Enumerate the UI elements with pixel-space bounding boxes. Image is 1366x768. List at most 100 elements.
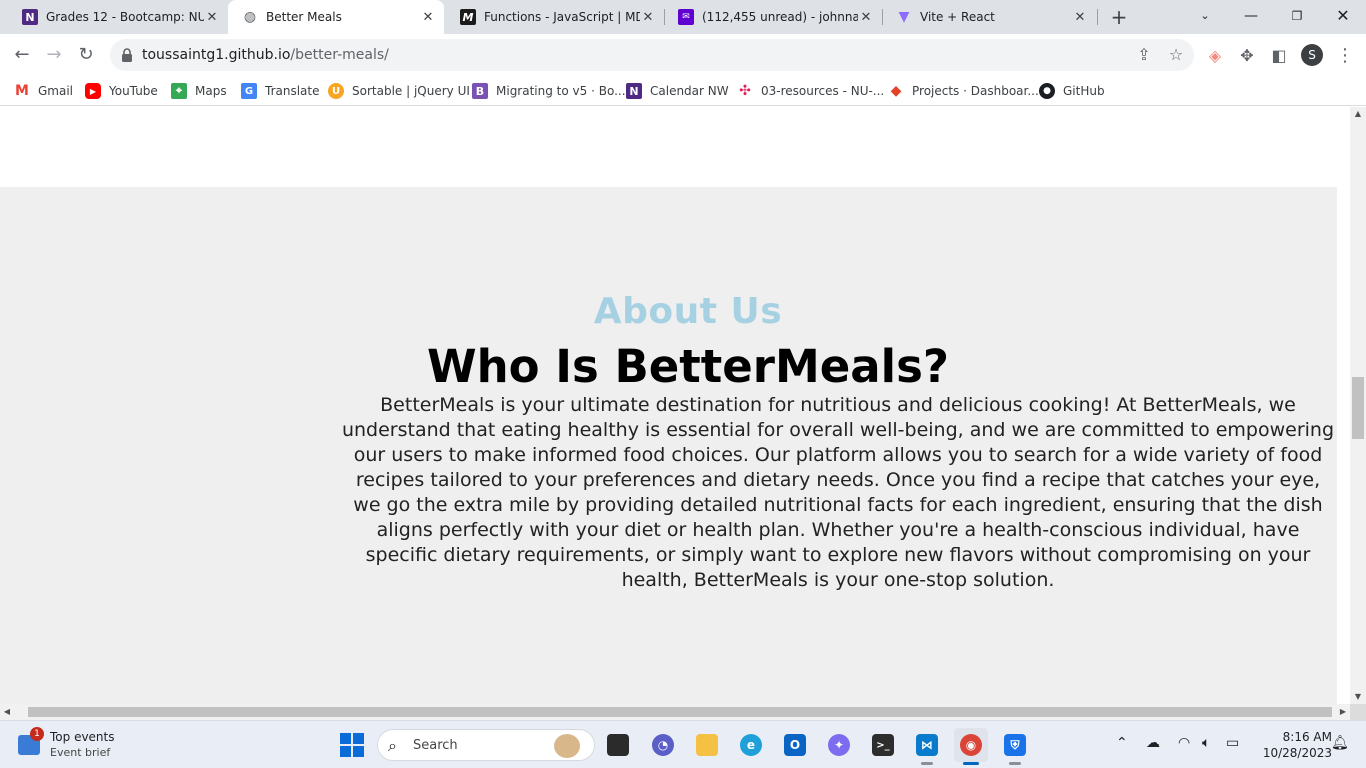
bookmark-sortable[interactable]: U Sortable | jQuery UI <box>328 82 470 100</box>
jquery-icon: U <box>328 83 344 99</box>
share-icon[interactable]: ⇪ <box>1134 46 1154 66</box>
close-tab-icon[interactable]: ✕ <box>858 10 874 25</box>
taskbar-search[interactable]: ⌕ Search <box>377 729 595 761</box>
restore-button[interactable]: ❐ <box>1274 0 1320 34</box>
bookmark-gmail[interactable]: M Gmail <box>14 82 73 100</box>
wifi-icon[interactable]: ◠ <box>1178 735 1190 751</box>
gmail-icon: M <box>15 83 29 99</box>
tab-better-meals[interactable]: ◍ Better Meals ✕ <box>228 0 444 34</box>
search-highlight-icon <box>554 734 580 758</box>
yahoo-mail-icon: ✉ <box>678 9 694 25</box>
widget-subtitle: Event brief <box>50 746 111 759</box>
address-bar[interactable]: toussaintg1.github.io/better-meals/ ⇪ ☆ <box>110 39 1194 71</box>
horizontal-scroll-thumb[interactable] <box>28 707 1332 717</box>
more-menu-icon[interactable]: ⋮ <box>1334 45 1356 67</box>
search-placeholder: Search <box>413 738 458 753</box>
extensions-puzzle-icon[interactable]: ✥ <box>1236 45 1258 67</box>
taskbar-app-outlook[interactable]: O <box>778 728 812 762</box>
tab-yahoo-mail[interactable]: ✉ (112,455 unread) - johnnae9 ✕ <box>664 0 882 34</box>
widget-title: Top events <box>50 730 115 744</box>
scroll-up-icon[interactable]: ▲ <box>1350 107 1366 121</box>
back-button[interactable]: ← <box>8 41 36 69</box>
bookmark-label: YouTube <box>109 84 158 98</box>
mdn-icon: M <box>460 9 476 25</box>
lock-icon[interactable] <box>120 47 134 63</box>
minimize-button[interactable]: — <box>1228 0 1274 34</box>
running-indicator <box>1009 762 1021 765</box>
bookmark-youtube[interactable]: ▶ YouTube <box>85 82 158 100</box>
tab-grades[interactable]: N Grades 12 - Bootcamp: NU-V ✕ <box>8 0 228 34</box>
tab-search-chevron-icon[interactable]: ⌄ <box>1182 0 1228 34</box>
forward-button[interactable]: → <box>40 41 68 69</box>
onedrive-cloud-icon[interactable]: ☁ <box>1146 735 1160 751</box>
task-view-icon <box>607 734 629 756</box>
taskbar-app-vscode[interactable]: ⋈ <box>910 728 944 765</box>
terminal-icon: >_ <box>872 734 894 756</box>
taskbar-app-security[interactable]: ⛨ <box>998 728 1032 765</box>
windows-taskbar: 1 Top events Event brief ⌕ Search ◔ e O … <box>0 720 1366 768</box>
globe-icon: ◍ <box>243 9 257 25</box>
new-tab-button[interactable]: + <box>1106 4 1132 30</box>
taskbar-app-teams-chat[interactable]: ◔ <box>646 728 680 762</box>
chat-icon: ◔ <box>652 734 674 756</box>
side-panel-icon[interactable]: ◧ <box>1268 45 1290 67</box>
bookmark-translate[interactable]: G Translate <box>241 82 320 100</box>
horizontal-scrollbar[interactable]: ◀ ▶ <box>0 704 1350 720</box>
battery-icon[interactable]: ▭ <box>1226 735 1239 751</box>
scroll-down-icon[interactable]: ▼ <box>1350 690 1366 704</box>
vertical-scroll-thumb[interactable] <box>1352 377 1364 439</box>
taskbar-app-terminal[interactable]: >_ <box>866 728 900 762</box>
edge-icon: e <box>740 734 762 756</box>
bookmarks-bar: M Gmail ▶ YouTube ⌖ Maps G Translate U S… <box>0 76 1366 106</box>
bookmark-label: 03-resources - NU-... <box>761 84 885 98</box>
close-tab-icon[interactable]: ✕ <box>204 10 220 25</box>
taskbar-app-chrome[interactable]: ◉ <box>954 728 988 765</box>
close-tab-icon[interactable]: ✕ <box>420 10 436 25</box>
reload-button[interactable]: ↻ <box>72 41 100 69</box>
taskbar-app-taskview[interactable] <box>601 728 635 762</box>
web-page-viewport: About Us Who Is BetterMeals? BetterMeals… <box>0 107 1350 704</box>
notification-badge: 1 <box>30 727 44 741</box>
system-clock[interactable]: 8:16 AM 10/28/2023 <box>1254 729 1332 761</box>
bookmark-maps[interactable]: ⌖ Maps <box>171 82 227 100</box>
active-indicator <box>963 762 979 765</box>
copilot-icon: ✦ <box>828 734 850 756</box>
bookmark-star-icon[interactable]: ☆ <box>1166 46 1186 66</box>
url-text[interactable]: toussaintg1.github.io/better-meals/ <box>142 47 389 63</box>
close-tab-icon[interactable]: ✕ <box>1072 10 1088 25</box>
widgets-button[interactable]: 1 Top events Event brief <box>18 727 158 761</box>
profile-avatar[interactable]: S <box>1301 44 1323 66</box>
bookmark-github[interactable]: ● GitHub <box>1039 82 1105 100</box>
tab-title: Grades 12 - Bootcamp: NU-V <box>46 10 204 24</box>
vertical-scrollbar[interactable]: ▲ ▼ <box>1350 107 1366 704</box>
taskbar-app-edge[interactable]: e <box>734 728 768 762</box>
bookmark-resources[interactable]: ✣ 03-resources - NU-... <box>737 82 884 100</box>
extension-cast-icon[interactable]: ◈ <box>1204 45 1226 67</box>
translate-icon: G <box>241 83 257 99</box>
scroll-right-icon[interactable]: ▶ <box>1336 704 1350 720</box>
close-window-button[interactable]: ✕ <box>1320 0 1366 34</box>
search-icon: ⌕ <box>388 736 397 755</box>
about-title: Who Is BetterMeals? <box>427 340 949 393</box>
start-button[interactable] <box>340 733 364 757</box>
bookmark-calendar-nw[interactable]: N Calendar NW <box>626 82 729 100</box>
tab-mdn-functions[interactable]: M Functions - JavaScript | MDN ✕ <box>446 0 664 34</box>
chrome-icon: ◉ <box>960 734 982 756</box>
volume-icon[interactable]: 🔈︎ <box>1202 735 1210 751</box>
taskbar-app-file-explorer[interactable] <box>690 728 724 762</box>
tab-strip: N Grades 12 - Bootcamp: NU-V ✕ ◍ Better … <box>0 0 1366 34</box>
bookmark-bootstrap[interactable]: B Migrating to v5 · Bo... <box>472 82 626 100</box>
folder-icon <box>696 734 718 756</box>
close-tab-icon[interactable]: ✕ <box>640 10 656 25</box>
taskbar-app-copilot[interactable]: ✦ <box>822 728 856 762</box>
notification-bell-icon[interactable]: 🔔︎ <box>1331 735 1349 751</box>
tab-vite-react[interactable]: ▼ Vite + React ✕ <box>882 0 1096 34</box>
tab-title: Better Meals <box>266 10 342 24</box>
outlook-icon: O <box>784 734 806 756</box>
bookmark-label: Projects · Dashboar... <box>912 84 1039 98</box>
scroll-left-icon[interactable]: ◀ <box>0 704 14 720</box>
bookmark-gitlab[interactable]: ◆ Projects · Dashboar... <box>888 82 1039 100</box>
gitlab-icon: ◆ <box>890 83 902 99</box>
tray-overflow-chevron-icon[interactable]: ⌃ <box>1116 735 1128 751</box>
scrollbar-corner <box>1350 704 1366 720</box>
